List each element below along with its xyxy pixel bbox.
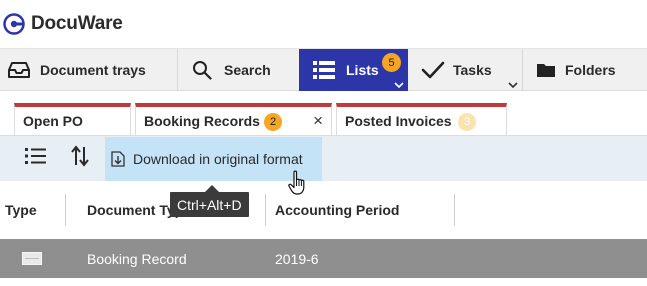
sort-icon xyxy=(70,145,90,172)
checkmark-icon xyxy=(421,60,445,80)
nav-document-trays[interactable]: Document trays xyxy=(0,49,177,91)
document-icon xyxy=(22,252,42,265)
table-row[interactable]: Booking Record 2019-6 xyxy=(0,239,647,278)
tab-open-po[interactable]: Open PO xyxy=(14,103,131,135)
column-header-type[interactable]: Type xyxy=(5,202,37,218)
app-title: DocuWare xyxy=(31,13,123,34)
nav-label: Lists xyxy=(346,62,379,78)
column-divider[interactable] xyxy=(65,194,66,226)
cell-document-type: Booking Record xyxy=(87,251,187,267)
tab-count-badge: 2 xyxy=(264,113,282,131)
download-label: Download in original format xyxy=(133,151,303,167)
nav-label: Search xyxy=(224,62,271,78)
list-tabs: Open PO Booking Records 2 × Posted Invoi… xyxy=(0,91,647,135)
folder-icon xyxy=(536,62,556,78)
search-icon xyxy=(192,60,212,80)
chevron-down-icon[interactable] xyxy=(508,76,518,92)
table-header: Type Document Type Accounting Period xyxy=(0,181,647,239)
docuware-logo[interactable]: DocuWare xyxy=(3,13,123,35)
shortcut-tooltip: Ctrl+Alt+D xyxy=(170,192,249,217)
list-view-button[interactable] xyxy=(18,136,54,181)
tooltip-arrow xyxy=(205,185,219,192)
chevron-down-icon[interactable] xyxy=(394,76,404,92)
nav-search[interactable]: Search xyxy=(178,49,299,91)
column-divider[interactable] xyxy=(265,194,266,226)
tray-icon xyxy=(8,61,30,79)
tab-booking-records[interactable]: Booking Records 2 × xyxy=(135,103,332,135)
list-toolbar: Download in original format xyxy=(0,135,647,181)
main-nav: Document trays Search Lists 5 Tasks Fold… xyxy=(0,48,647,91)
app-header: DocuWare xyxy=(0,0,647,48)
tab-posted-invoices[interactable]: Posted Invoices 3 xyxy=(336,103,507,135)
nav-label: Document trays xyxy=(40,62,146,78)
nav-label: Folders xyxy=(565,62,616,78)
tab-label: Posted Invoices xyxy=(345,113,452,129)
lists-count-badge: 5 xyxy=(382,53,401,72)
close-icon[interactable]: × xyxy=(313,111,323,131)
tab-label: Booking Records xyxy=(144,113,260,129)
tab-count-badge: 3 xyxy=(458,113,476,131)
nav-folders[interactable]: Folders xyxy=(523,49,647,91)
list-icon xyxy=(312,59,336,81)
column-header-accounting-period[interactable]: Accounting Period xyxy=(275,202,399,218)
nav-lists[interactable]: Lists 5 xyxy=(299,49,408,91)
hand-cursor-icon xyxy=(288,170,308,201)
nav-label: Tasks xyxy=(453,62,492,78)
cell-accounting-period: 2019-6 xyxy=(275,251,319,267)
nav-tasks[interactable]: Tasks xyxy=(408,49,522,91)
sort-button[interactable] xyxy=(62,136,98,181)
list-view-icon xyxy=(24,146,48,171)
column-divider[interactable] xyxy=(454,194,455,226)
download-icon xyxy=(111,151,125,167)
docuware-logo-icon xyxy=(3,13,25,35)
tab-label: Open PO xyxy=(23,113,83,129)
